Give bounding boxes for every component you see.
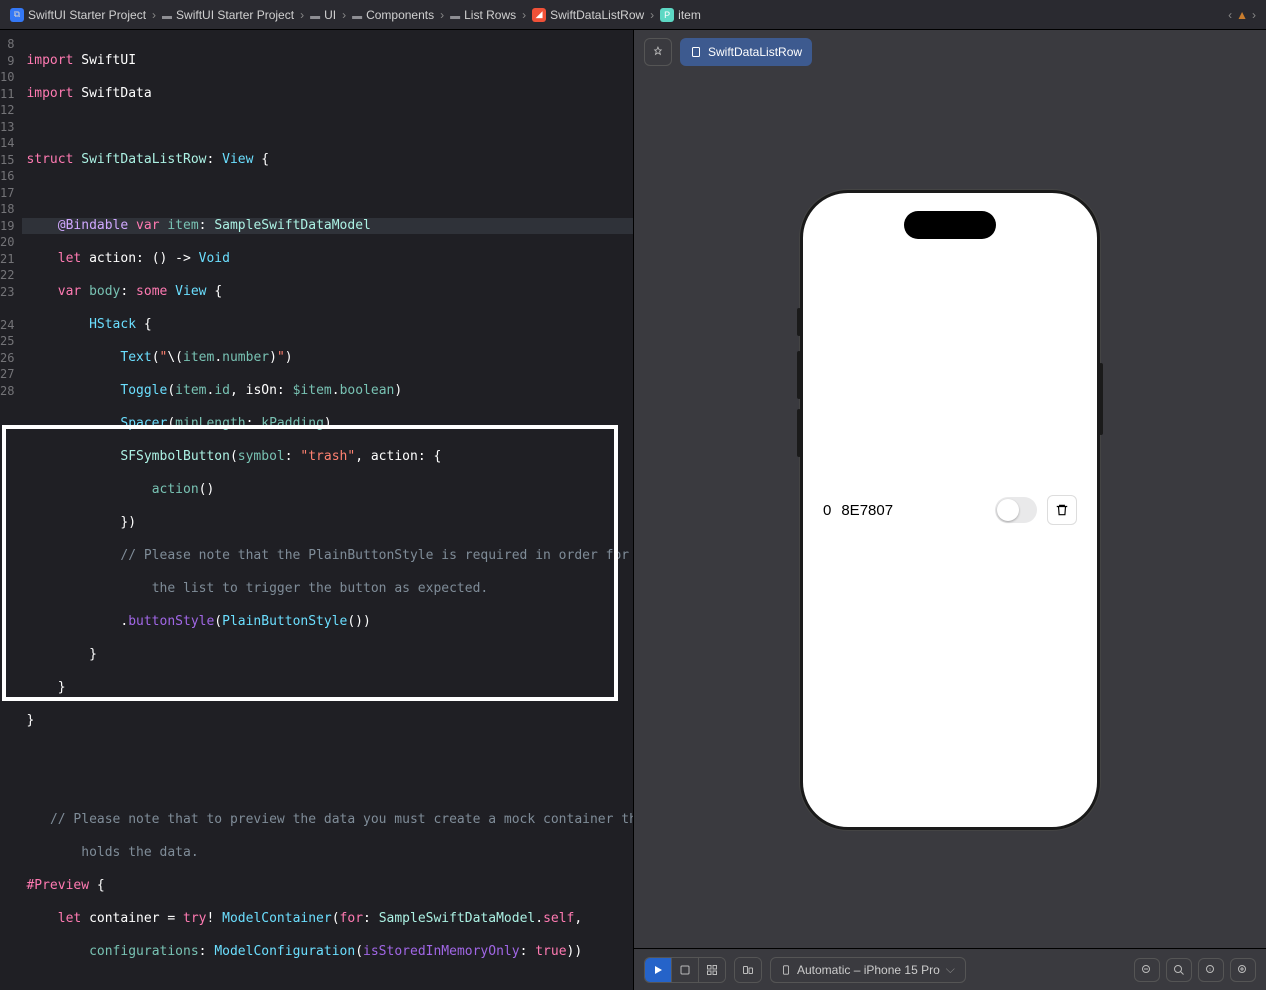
nav-forward-icon[interactable]: ›: [1252, 8, 1256, 22]
code-area[interactable]: import SwiftUI import SwiftData struct S…: [22, 30, 633, 990]
preview-tab[interactable]: SwiftDataListRow: [680, 38, 812, 66]
chevron-right-icon: ›: [440, 8, 444, 22]
zoom-fit-icon: [1173, 964, 1185, 976]
phone-side-button: [797, 308, 801, 336]
grid-icon: [706, 964, 718, 976]
crumb-components[interactable]: Components: [352, 8, 434, 22]
folder-icon: [450, 8, 460, 22]
preview-pane: SwiftDataListRow 0 8E7807: [633, 30, 1266, 990]
crumb-target[interactable]: SwiftUI Starter Project: [162, 8, 294, 22]
crumb-listrows[interactable]: List Rows: [450, 8, 516, 22]
phone-icon: [781, 963, 791, 977]
chevron-right-icon: ›: [342, 8, 346, 22]
settings-icon: [741, 964, 755, 976]
folder-icon: [352, 8, 362, 22]
row-id-label: 8E7807: [841, 502, 893, 519]
pin-button[interactable]: [644, 38, 672, 66]
breadcrumb-bar: ⧉ SwiftUI Starter Project › SwiftUI Star…: [0, 0, 1266, 30]
zoom-out-button[interactable]: [1134, 958, 1160, 982]
device-settings-button[interactable]: [735, 958, 761, 982]
toggle-switch[interactable]: [995, 497, 1037, 523]
preview-toolbar: Automatic – iPhone 15 Pro ⌵ 1: [634, 948, 1266, 990]
crumb-file[interactable]: ◢ SwiftDataListRow: [532, 8, 644, 22]
phone-side-button: [797, 409, 801, 457]
crumb-ui[interactable]: UI: [310, 8, 336, 22]
chevron-down-icon: ⌵: [946, 962, 955, 977]
chevron-right-icon: ›: [522, 8, 526, 22]
document-icon: [690, 46, 702, 58]
chevron-right-icon: ›: [650, 8, 654, 22]
trash-icon: [1055, 503, 1069, 517]
chevron-right-icon: ›: [152, 8, 156, 22]
svg-text:1: 1: [1209, 966, 1212, 971]
nav-back-icon[interactable]: ‹: [1228, 8, 1232, 22]
crumb-symbol[interactable]: P item: [660, 8, 701, 22]
selectable-preview-button[interactable]: [672, 958, 698, 982]
swift-file-icon: ◢: [532, 8, 546, 22]
iphone-mockup: 0 8E7807: [800, 190, 1100, 830]
phone-side-button: [1099, 363, 1103, 435]
zoom-in-button[interactable]: [1230, 958, 1256, 982]
zoom-in-icon: [1237, 964, 1249, 976]
xcode-project-icon: ⧉: [10, 8, 24, 22]
variants-button[interactable]: [699, 958, 725, 982]
zoom-fit-button[interactable]: [1166, 958, 1192, 982]
zoom-100-icon: 1: [1205, 964, 1217, 976]
row-number-label: 0: [823, 502, 831, 519]
live-preview-button[interactable]: [645, 958, 671, 982]
phone-side-button: [797, 351, 801, 399]
pin-icon: [651, 45, 665, 59]
property-icon: P: [660, 8, 674, 22]
delete-button[interactable]: [1047, 495, 1077, 525]
crumb-project[interactable]: ⧉ SwiftUI Starter Project: [10, 8, 146, 22]
line-number-gutter: 8910111213141516171819202122232425262728: [0, 30, 22, 990]
device-selector[interactable]: Automatic – iPhone 15 Pro ⌵: [770, 957, 966, 983]
zoom-out-icon: [1141, 964, 1153, 976]
source-editor[interactable]: 8910111213141516171819202122232425262728…: [0, 30, 633, 990]
folder-icon: [162, 8, 172, 22]
play-icon: [652, 964, 664, 976]
chevron-right-icon: ›: [300, 8, 304, 22]
folder-icon: [310, 8, 320, 22]
cursor-icon: [679, 964, 691, 976]
zoom-actual-button[interactable]: 1: [1198, 958, 1224, 982]
warning-icon[interactable]: ▲: [1236, 8, 1248, 22]
list-row: 0 8E7807: [813, 495, 1087, 525]
